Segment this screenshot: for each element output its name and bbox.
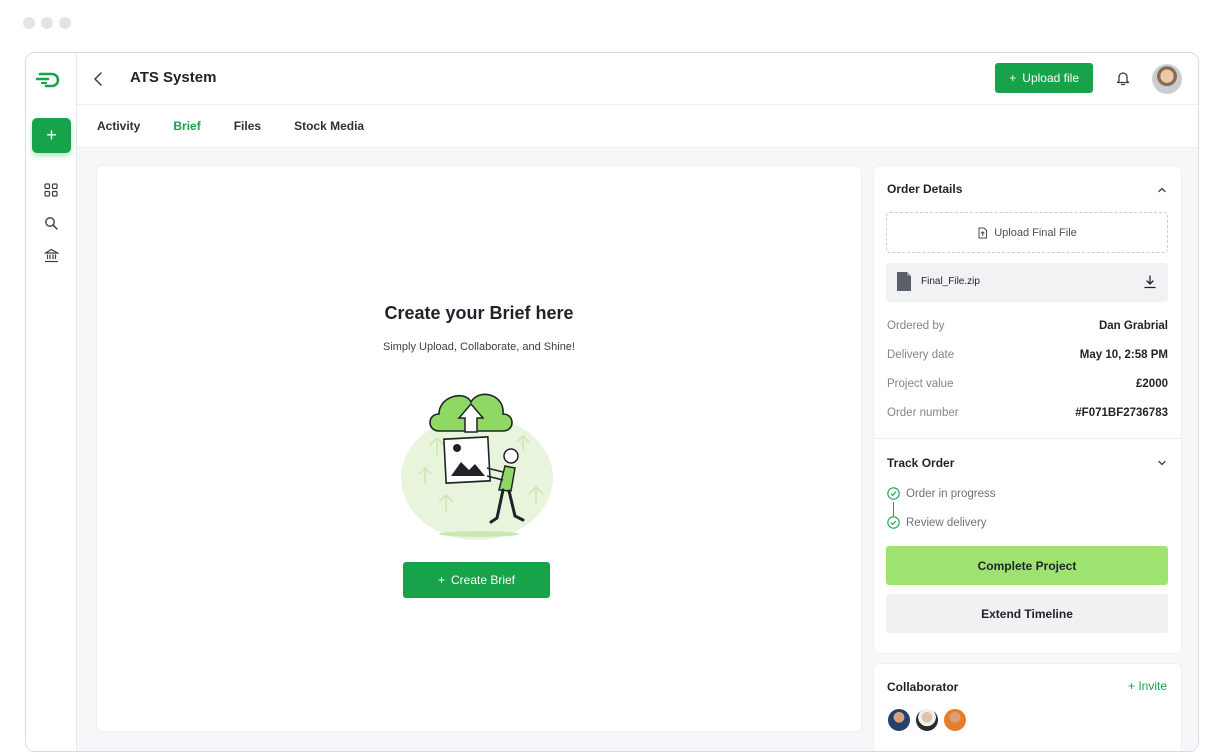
window-dot[interactable]	[23, 17, 35, 29]
field-label: Project value	[887, 378, 954, 390]
ordered-by-row: Ordered by Dan Grabrial	[887, 320, 1168, 332]
collaborator-panel: Collaborator + Invite	[874, 664, 1181, 751]
upload-illustration	[401, 393, 553, 540]
brief-card: Create your Brief here Simply Upload, Co…	[97, 166, 861, 731]
step-connector	[893, 502, 894, 516]
search-icon[interactable]	[42, 214, 60, 232]
download-icon[interactable]	[1144, 275, 1156, 289]
chevron-down-icon[interactable]	[1157, 458, 1167, 468]
rail-add-button[interactable]: +	[32, 118, 71, 153]
bell-icon[interactable]	[1115, 69, 1131, 87]
track-step: Review delivery	[887, 516, 987, 529]
upload-file-label: Upload file	[1022, 71, 1079, 85]
file-name: Final_File.zip	[921, 276, 980, 287]
file-upload-icon	[978, 227, 988, 238]
plus-icon: +	[1009, 71, 1017, 85]
grid-icon[interactable]	[42, 181, 60, 199]
plus-icon: +	[1127, 679, 1135, 693]
invite-button[interactable]: + Invite	[1128, 679, 1167, 693]
collaborator-avatars	[887, 708, 967, 732]
upload-final-file-dropzone[interactable]: Upload Final File	[886, 212, 1168, 253]
order-details-panel: Order Details Upload Final File Final_Fi…	[874, 166, 1181, 653]
order-number-row: Order number #F071BF2736783	[887, 407, 1168, 419]
window-dot[interactable]	[41, 17, 53, 29]
brief-subtitle: Simply Upload, Collaborate, and Shine!	[382, 341, 575, 353]
track-step-label: Review delivery	[906, 516, 987, 529]
tab-stock-media[interactable]: Stock Media	[294, 119, 364, 133]
file-icon	[897, 272, 911, 291]
field-value: #F071BF2736783	[1075, 407, 1168, 419]
file-row[interactable]: Final_File.zip	[886, 263, 1168, 302]
window-controls	[23, 17, 71, 29]
invite-label: Invite	[1138, 679, 1167, 693]
tab-bar: Activity Brief Files Stock Media	[77, 105, 1198, 148]
check-circle-icon	[887, 516, 900, 529]
window-dot[interactable]	[59, 17, 71, 29]
field-label: Ordered by	[887, 320, 945, 332]
track-order-title: Track Order	[887, 456, 955, 470]
back-icon[interactable]	[91, 69, 105, 89]
project-value-row: Project value £2000	[887, 378, 1168, 390]
field-label: Order number	[887, 407, 959, 419]
plus-icon: +	[437, 573, 445, 587]
field-value: £2000	[1136, 378, 1168, 390]
chevron-up-icon[interactable]	[1157, 185, 1167, 195]
track-step-label: Order in progress	[906, 487, 996, 500]
track-step: Order in progress	[887, 487, 995, 500]
bank-icon[interactable]	[42, 246, 60, 264]
extend-timeline-button[interactable]: Extend Timeline	[886, 594, 1168, 633]
right-sidebar: Order Details Upload Final File Final_Fi…	[874, 166, 1181, 751]
app-window: + ATS System + Upload file Activity Brie…	[25, 52, 1199, 752]
field-value: May 10, 2:58 PM	[1079, 349, 1168, 361]
tab-activity[interactable]: Activity	[97, 119, 140, 133]
create-brief-label: Create Brief	[450, 573, 516, 587]
top-header: ATS System + Upload file	[77, 53, 1198, 105]
check-circle-icon	[887, 487, 900, 500]
tab-brief[interactable]: Brief	[173, 119, 200, 133]
complete-project-button[interactable]: Complete Project	[886, 546, 1168, 585]
logo-icon[interactable]	[36, 69, 66, 89]
avatar[interactable]	[915, 708, 939, 732]
field-value: Dan Grabrial	[1098, 320, 1168, 332]
tab-files[interactable]: Files	[234, 119, 261, 133]
avatar[interactable]	[943, 708, 967, 732]
divider	[874, 438, 1181, 439]
left-rail: +	[26, 53, 77, 751]
field-label: Delivery date	[887, 349, 955, 361]
main-content: Create your Brief here Simply Upload, Co…	[77, 148, 1198, 751]
delivery-date-row: Delivery date May 10, 2:58 PM	[887, 349, 1168, 361]
create-brief-button[interactable]: + Create Brief	[403, 562, 550, 598]
collaborator-title: Collaborator	[887, 680, 959, 694]
user-avatar[interactable]	[1152, 64, 1182, 94]
upload-final-label: Upload Final File	[994, 226, 1077, 239]
order-details-title: Order Details	[887, 182, 963, 196]
page-title: ATS System	[130, 69, 217, 86]
avatar[interactable]	[887, 708, 911, 732]
brief-title: Create your Brief here	[384, 303, 574, 323]
upload-file-button[interactable]: + Upload file	[995, 63, 1093, 93]
